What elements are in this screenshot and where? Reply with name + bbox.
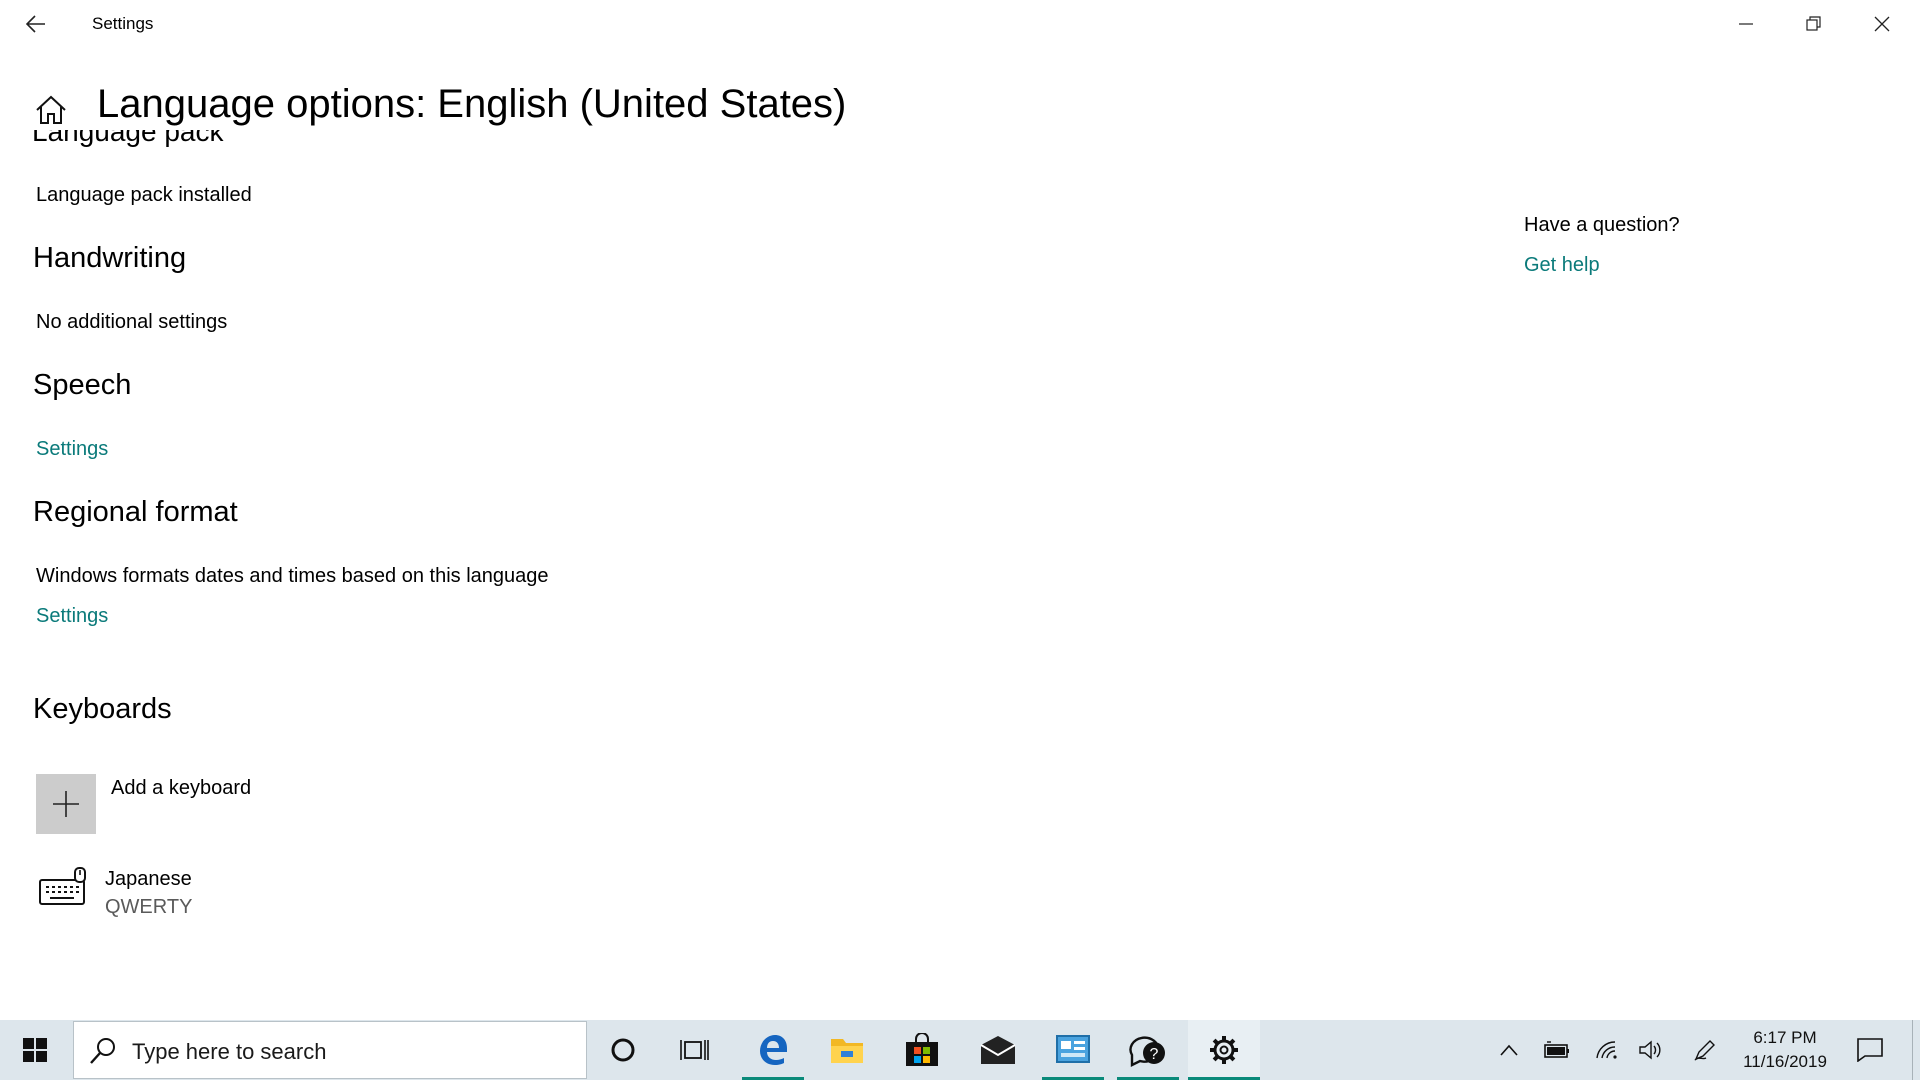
network-button[interactable] xyxy=(1590,1020,1624,1080)
clock-time: 6:17 PM xyxy=(1753,1028,1817,1047)
speech-heading: Speech xyxy=(33,369,132,401)
store-icon xyxy=(906,1033,938,1066)
window-title: Settings xyxy=(92,14,154,33)
wifi-icon xyxy=(1596,1041,1617,1059)
back-button[interactable] xyxy=(16,6,56,42)
clipped-section-heading: Language pack xyxy=(32,130,224,147)
volume-button[interactable] xyxy=(1635,1020,1669,1080)
windows-ink-button[interactable] xyxy=(1688,1020,1722,1080)
page-title: Language options: English (United States… xyxy=(97,82,847,126)
svg-text:?: ? xyxy=(1150,1046,1159,1063)
clock-date: 11/16/2019 xyxy=(1743,1052,1827,1071)
task-view-button[interactable] xyxy=(664,1020,726,1080)
cortana-icon xyxy=(611,1038,635,1062)
start-button[interactable] xyxy=(0,1020,70,1080)
search-placeholder: Type here to search xyxy=(132,1039,327,1064)
mail-button[interactable] xyxy=(967,1020,1029,1080)
handwriting-text: No additional settings xyxy=(36,311,228,333)
task-view-icon xyxy=(680,1040,709,1060)
windows-logo-icon xyxy=(23,1038,47,1062)
store-button[interactable] xyxy=(891,1020,953,1080)
file-explorer-button[interactable] xyxy=(816,1020,878,1080)
regional-format-heading: Regional format xyxy=(33,496,238,528)
keyboard-item-icon xyxy=(38,866,88,908)
taskbar-clock[interactable]: 6:17 PM 11/16/2019 xyxy=(1730,1026,1840,1074)
minimize-icon xyxy=(1739,23,1753,25)
handwriting-heading: Handwriting xyxy=(33,242,187,274)
regional-format-settings-link[interactable]: Settings xyxy=(36,605,108,628)
home-button[interactable] xyxy=(33,92,69,128)
show-desktop-button[interactable] xyxy=(1912,1020,1920,1080)
plus-icon xyxy=(53,791,79,817)
edge-icon xyxy=(760,1035,787,1065)
restore-button[interactable] xyxy=(1780,0,1848,48)
taskbar-search-box[interactable]: Type here to search xyxy=(73,1021,587,1079)
feedback-hub-button[interactable]: ? xyxy=(1117,1020,1179,1080)
close-button[interactable] xyxy=(1848,0,1916,48)
pen-icon xyxy=(1694,1040,1715,1061)
keyboard-icon xyxy=(39,867,86,905)
action-center-button[interactable] xyxy=(1848,1020,1892,1080)
mail-icon xyxy=(980,1036,1016,1064)
file-explorer-icon xyxy=(831,1039,863,1063)
keyboard-item-layout: QWERTY xyxy=(105,896,193,918)
close-icon xyxy=(1874,16,1890,32)
get-help-link[interactable]: Get help xyxy=(1524,254,1600,277)
feedback-hub-icon: ? xyxy=(1129,1036,1165,1067)
speech-settings-link[interactable]: Settings xyxy=(36,438,108,461)
settings-icon xyxy=(1210,1036,1238,1064)
taskbar: Type here to search ? 6:17 PM 11/16/2019 xyxy=(0,1020,1920,1080)
title-bar: Settings xyxy=(0,0,1920,48)
chevron-up-icon xyxy=(1500,1044,1518,1056)
cortana-button[interactable] xyxy=(592,1020,654,1080)
control-panel-icon xyxy=(1056,1035,1090,1063)
add-keyboard-button[interactable] xyxy=(36,774,96,834)
minimize-button[interactable] xyxy=(1712,0,1780,48)
show-hidden-icons-button[interactable] xyxy=(1494,1020,1524,1080)
keyboards-heading: Keyboards xyxy=(33,693,172,725)
add-keyboard-label[interactable]: Add a keyboard xyxy=(111,777,251,800)
battery-icon xyxy=(1544,1041,1569,1058)
help-question: Have a question? xyxy=(1524,214,1680,236)
battery-button[interactable] xyxy=(1540,1020,1574,1080)
edge-taskbar-button[interactable] xyxy=(742,1020,804,1080)
language-pack-status: Language pack installed xyxy=(36,184,252,206)
home-icon xyxy=(36,95,66,124)
keyboard-item-name[interactable]: Japanese xyxy=(105,868,192,891)
back-arrow-icon xyxy=(26,15,45,33)
search-icon xyxy=(90,1038,115,1064)
control-panel-button[interactable] xyxy=(1042,1020,1104,1080)
speaker-icon xyxy=(1639,1040,1661,1060)
settings-taskbar-button[interactable] xyxy=(1188,1020,1260,1080)
restore-icon xyxy=(1806,16,1821,31)
notification-icon xyxy=(1857,1038,1883,1062)
regional-format-text: Windows formats dates and times based on… xyxy=(36,565,549,587)
